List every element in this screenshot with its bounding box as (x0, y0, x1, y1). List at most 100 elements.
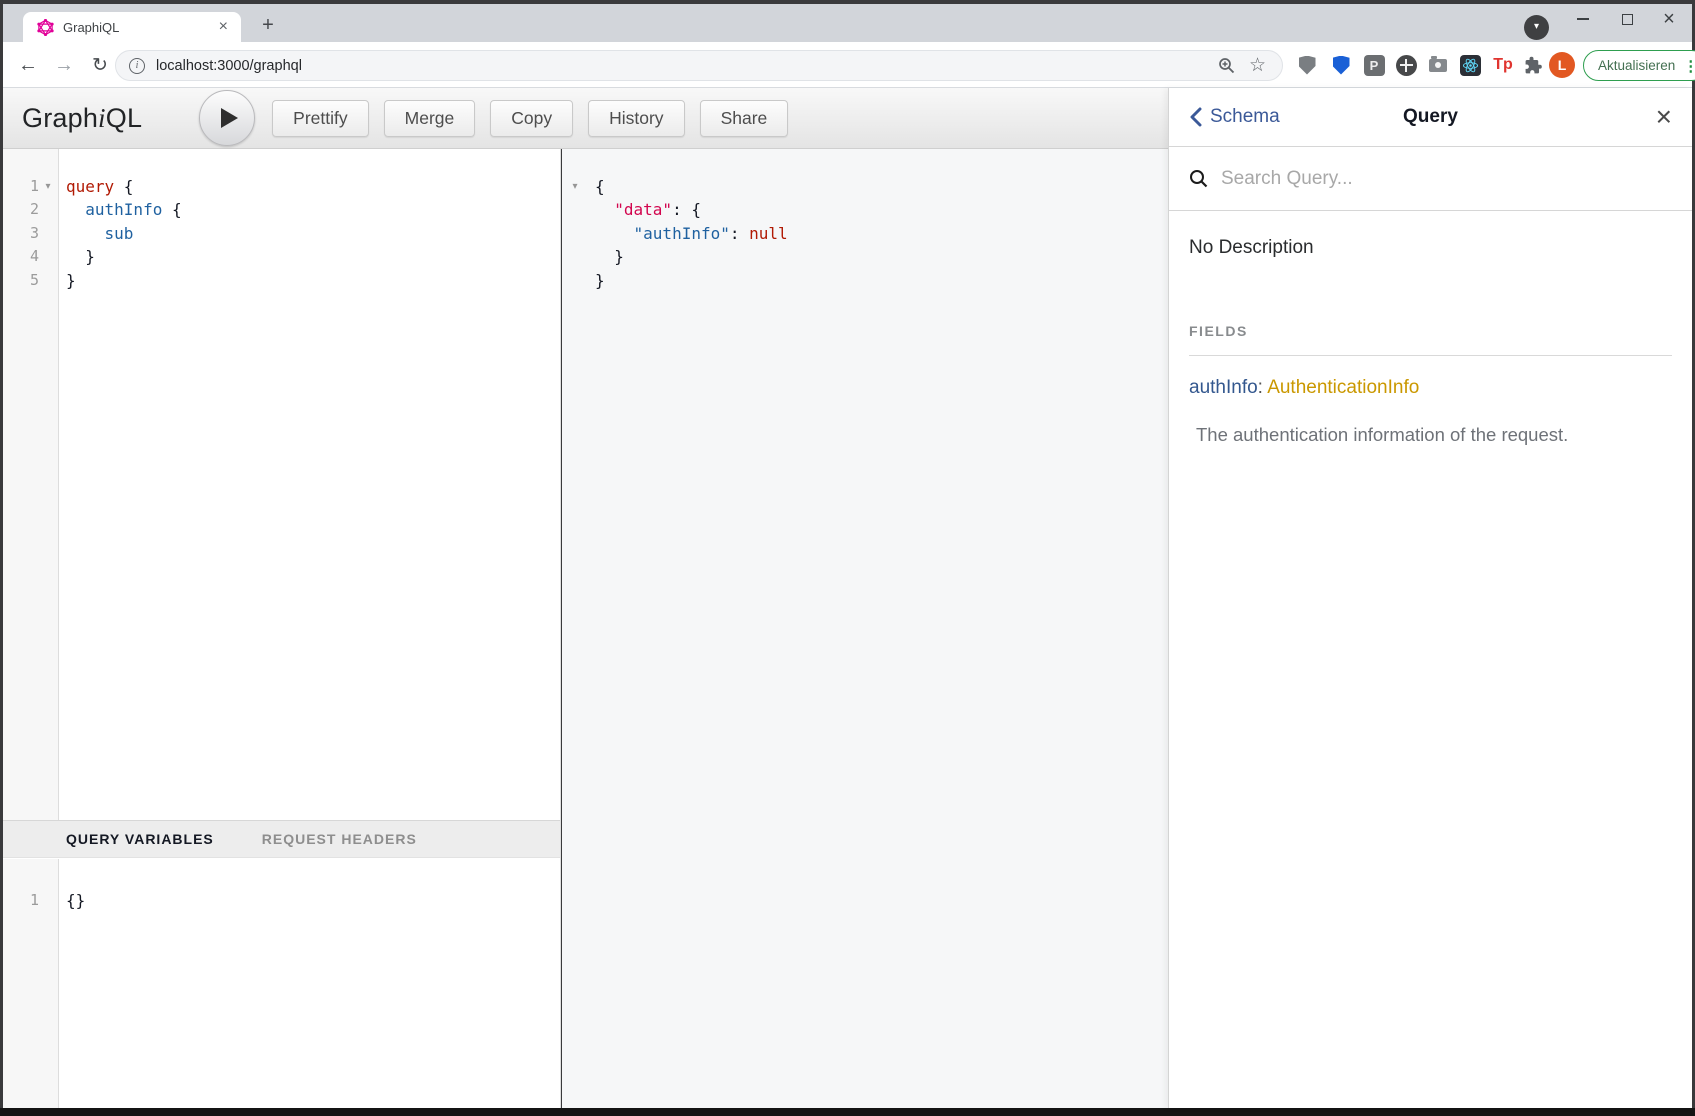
p-letter: P (1370, 58, 1379, 73)
doc-body: No Description FIELDS authInfo: Authenti… (1169, 237, 1692, 446)
window-bottom-edge (0, 1108, 1695, 1116)
code-line[interactable]: "data": { (595, 198, 1168, 221)
ublock-extension-icon[interactable] (1295, 53, 1319, 77)
query-editor-code[interactable]: query { authInfo { sub }} (59, 149, 560, 820)
code-line[interactable]: sub (66, 222, 560, 245)
doc-back-link[interactable]: Schema (1189, 106, 1280, 128)
doc-explorer-panel: Schema Query × No Description FIELDS aut… (1168, 88, 1692, 1108)
code-line[interactable]: "authInfo": null (595, 222, 1168, 245)
screenshot-extension-icon[interactable] (1426, 53, 1450, 77)
code-line[interactable]: query { (66, 175, 560, 198)
code-line[interactable]: authInfo { (66, 198, 560, 221)
window-minimize-button[interactable] (1566, 4, 1600, 34)
tp-extension-icon[interactable]: Tp (1491, 53, 1515, 77)
toolbar-button-history[interactable]: History (588, 100, 684, 137)
field-type-link[interactable]: AuthenticationInfo (1267, 377, 1419, 398)
gutter-row: 5 (3, 269, 58, 292)
chevron-left-icon (1189, 107, 1202, 127)
url-omnibox[interactable]: i localhost:3000/graphql ☆ (115, 50, 1283, 81)
fold-arrow-icon[interactable]: ▾ (39, 175, 57, 198)
avatar-letter: L (1558, 57, 1567, 73)
code-line[interactable]: {} (66, 889, 560, 912)
puzzle-icon (1524, 56, 1543, 75)
field-colon: : (1258, 377, 1263, 398)
reload-button[interactable]: ↻ (85, 42, 115, 88)
browser-caret-icon[interactable]: ▾ (1524, 15, 1549, 40)
forward-button[interactable]: → (49, 42, 79, 88)
search-icon (1189, 169, 1208, 188)
window-maximize-button[interactable] (1610, 4, 1644, 34)
maximize-icon (1622, 14, 1633, 25)
variables-tab-bar: QUERY VARIABLES REQUEST HEADERS (3, 820, 560, 858)
variables-editor[interactable]: 1 {} (3, 859, 560, 1108)
browser-tab[interactable]: GraphiQL × (23, 12, 241, 42)
line-number: 3 (3, 222, 39, 245)
toolbar-button-merge[interactable]: Merge (384, 100, 476, 137)
field-name-link[interactable]: authInfo (1189, 377, 1258, 398)
line-number: 5 (3, 269, 39, 292)
site-info-icon[interactable]: i (129, 58, 145, 74)
gutter-row (562, 245, 588, 268)
back-button[interactable]: ← (13, 42, 43, 88)
toolbar-button-prettify[interactable]: Prettify (272, 100, 368, 137)
gutter-row: 2 (3, 198, 58, 221)
window-close-button[interactable]: × (1652, 4, 1686, 34)
chrome-update-button[interactable]: Aktualisieren ⋮ (1583, 50, 1695, 81)
line-number: 1 (3, 175, 39, 198)
profile-avatar[interactable]: L (1549, 52, 1575, 78)
code-line[interactable]: } (595, 269, 1168, 292)
kebab-menu-icon[interactable]: ⋮ (1683, 57, 1695, 75)
new-tab-button[interactable]: + (255, 13, 281, 39)
zoom-level-icon[interactable] (1218, 57, 1235, 74)
code-line[interactable]: } (595, 245, 1168, 268)
query-editor-gutter: 1▾2345 (3, 149, 59, 820)
line-number: 2 (3, 198, 39, 221)
toolbar-button-copy[interactable]: Copy (490, 100, 573, 137)
gutter-row: ▾ (562, 175, 588, 198)
doc-no-description: No Description (1189, 237, 1672, 259)
doc-explorer-header: Schema Query × (1169, 88, 1692, 147)
react-devtools-extension-icon[interactable] (1458, 53, 1482, 77)
left-column: 1▾2345 query { authInfo { sub }} QUERY V… (3, 149, 561, 1108)
extensions-puzzle-icon[interactable] (1521, 53, 1545, 77)
variables-editor-gutter: 1 (3, 859, 59, 1108)
tp-label: Tp (1493, 56, 1513, 74)
gutter-row (562, 198, 588, 221)
doc-search-input[interactable] (1221, 168, 1672, 190)
doc-close-button[interactable]: × (1656, 103, 1672, 131)
url-text[interactable]: localhost:3000/graphql (156, 58, 1218, 74)
bookmark-star-icon[interactable]: ☆ (1249, 56, 1266, 75)
cross-arrows-icon (1396, 55, 1417, 76)
gutter-row: 4 (3, 245, 58, 268)
code-line[interactable]: } (66, 245, 560, 268)
camera-icon (1429, 59, 1447, 72)
close-icon: × (1663, 9, 1675, 29)
variables-editor-code[interactable]: {} (59, 859, 560, 1108)
browser-address-bar: ← → ↻ i localhost:3000/graphql ☆ P Tp L … (3, 42, 1692, 88)
line-number: 1 (3, 889, 39, 912)
graphiql-toolbar-buttons: Prettify Merge Copy History Share (272, 100, 788, 137)
bitwarden-extension-icon[interactable] (1329, 53, 1353, 77)
response-code: { "data": { "authInfo": null }} (588, 149, 1168, 1108)
tab-close-icon[interactable]: × (216, 19, 231, 35)
code-line[interactable]: { (595, 175, 1168, 198)
shield-icon (1333, 56, 1350, 75)
tab-request-headers[interactable]: REQUEST HEADERS (262, 831, 417, 847)
move-extension-icon[interactable] (1394, 53, 1418, 77)
tab-query-variables[interactable]: QUERY VARIABLES (66, 831, 214, 847)
doc-fields-header: FIELDS (1189, 323, 1672, 356)
code-line[interactable]: } (66, 269, 560, 292)
tab-title: GraphiQL (63, 20, 216, 35)
toolbar-button-share[interactable]: Share (700, 100, 789, 137)
gutter-row: 1 (3, 889, 58, 912)
shield-icon (1299, 56, 1316, 75)
fold-arrow-icon[interactable]: ▾ (562, 175, 588, 198)
response-gutter: ▾ (562, 149, 588, 1108)
execute-query-button[interactable] (199, 90, 255, 146)
p-extension-icon[interactable]: P (1362, 53, 1386, 77)
update-label: Aktualisieren (1598, 58, 1675, 73)
graphql-favicon-icon (37, 19, 54, 36)
query-editor[interactable]: 1▾2345 query { authInfo { sub }} (3, 149, 560, 820)
response-viewer: ▾ { "data": { "authInfo": null }} (562, 149, 1168, 1108)
line-number: 4 (3, 245, 39, 268)
